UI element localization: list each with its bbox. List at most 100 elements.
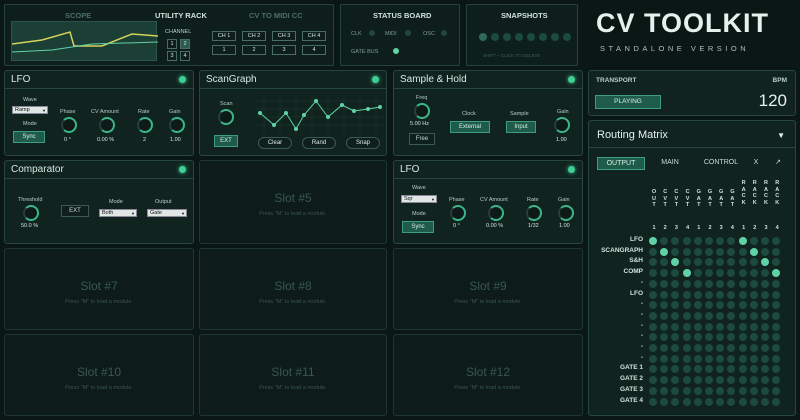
matrix-cell[interactable] [693, 386, 702, 395]
matrix-cell[interactable] [738, 333, 747, 342]
matrix-cell[interactable] [682, 269, 691, 278]
matrix-cell[interactable] [738, 311, 747, 320]
slot-9[interactable]: Slot #9 Press "M" to load a module. [393, 248, 583, 330]
matrix-cell[interactable] [761, 333, 769, 342]
matrix-cell[interactable] [649, 247, 657, 256]
matrix-cell[interactable] [727, 258, 736, 267]
matrix-cell[interactable] [772, 258, 781, 267]
matrix-cell[interactable] [761, 397, 769, 406]
matrix-cell[interactable] [727, 397, 736, 406]
matrix-cell[interactable] [761, 301, 769, 310]
matrix-cell[interactable] [660, 258, 669, 267]
matrix-cell[interactable] [660, 386, 669, 395]
matrix-cell[interactable] [772, 365, 781, 374]
snapshot-slot[interactable] [479, 33, 487, 41]
matrix-cell[interactable] [749, 344, 758, 352]
matrix-cell[interactable] [749, 258, 758, 267]
matrix-cell[interactable] [716, 386, 725, 395]
matrix-cell[interactable] [738, 237, 747, 245]
matrix-cell[interactable] [749, 269, 758, 278]
matrix-cell[interactable] [749, 279, 758, 288]
lfo2-sync-button[interactable]: Sync [402, 221, 434, 233]
matrix-cell[interactable] [649, 290, 657, 299]
matrix-cell[interactable] [649, 344, 657, 352]
matrix-cell[interactable] [693, 258, 702, 267]
matrix-cell[interactable] [660, 247, 669, 256]
matrix-cell[interactable] [660, 269, 669, 278]
matrix-cell[interactable] [705, 365, 713, 374]
matrix-cell[interactable] [772, 322, 781, 331]
matrix-cell[interactable] [660, 344, 669, 352]
slot-10[interactable]: Slot #10 Press "M" to load a module. [4, 334, 194, 416]
matrix-cell[interactable] [738, 322, 747, 331]
matrix-cell[interactable] [671, 344, 680, 352]
matrix-cell[interactable] [738, 354, 747, 363]
matrix-cell[interactable] [749, 354, 758, 363]
matrix-cell[interactable] [649, 365, 657, 374]
matrix-cell[interactable] [682, 344, 691, 352]
matrix-cell[interactable] [649, 386, 657, 395]
matrix-cell[interactable] [727, 247, 736, 256]
matrix-cell[interactable] [761, 258, 769, 267]
bpm-value[interactable]: 120 [759, 91, 787, 111]
matrix-cell[interactable] [660, 311, 669, 320]
matrix-cell[interactable] [682, 365, 691, 374]
matrix-cell[interactable] [761, 354, 769, 363]
matrix-cell[interactable] [749, 290, 758, 299]
matrix-cell[interactable] [749, 311, 758, 320]
matrix-cell[interactable] [671, 279, 680, 288]
scan-knob[interactable] [218, 109, 234, 125]
cv-midi-ch4[interactable]: CH 4 [302, 31, 326, 41]
matrix-cell[interactable] [660, 354, 669, 363]
matrix-cell[interactable] [727, 333, 736, 342]
matrix-cell[interactable] [660, 290, 669, 299]
matrix-cell[interactable] [671, 258, 680, 267]
channel-1[interactable]: 1 [167, 39, 177, 49]
sync-button[interactable]: Sync [13, 131, 45, 143]
matrix-cell[interactable] [660, 279, 669, 288]
matrix-cell[interactable] [716, 247, 725, 256]
matrix-cell[interactable] [716, 290, 725, 299]
matrix-cell[interactable] [649, 258, 657, 267]
threshold-knob[interactable] [23, 205, 39, 221]
comparator-mode-select[interactable]: Both [99, 209, 137, 217]
sample-button[interactable]: Input [506, 121, 536, 133]
matrix-cell[interactable] [727, 311, 736, 320]
matrix-cell[interactable] [772, 376, 781, 385]
cv-midi-val1[interactable]: 1 [212, 45, 236, 55]
channel-4[interactable]: 4 [180, 51, 190, 61]
matrix-cell[interactable] [727, 354, 736, 363]
matrix-cell[interactable] [693, 290, 702, 299]
matrix-cell[interactable] [649, 279, 657, 288]
matrix-cell[interactable] [705, 397, 713, 406]
matrix-cell[interactable] [693, 365, 702, 374]
matrix-cell[interactable] [682, 301, 691, 310]
matrix-cell[interactable] [772, 386, 781, 395]
matrix-cell[interactable] [761, 311, 769, 320]
comparator-status-led[interactable] [179, 166, 186, 173]
matrix-cell[interactable] [660, 365, 669, 374]
matrix-cell[interactable] [738, 247, 747, 256]
matrix-cell[interactable] [671, 301, 680, 310]
matrix-cell[interactable] [660, 301, 669, 310]
matrix-cell[interactable] [671, 397, 680, 406]
matrix-cell[interactable] [738, 258, 747, 267]
matrix-cell[interactable] [682, 258, 691, 267]
matrix-cell[interactable] [705, 344, 713, 352]
wave-select[interactable]: Ramp [12, 106, 48, 114]
channel-2[interactable]: 2 [180, 39, 190, 49]
cv-midi-val4[interactable]: 4 [302, 45, 326, 55]
matrix-cell[interactable] [727, 301, 736, 310]
matrix-cell[interactable] [716, 258, 725, 267]
matrix-cell[interactable] [705, 376, 713, 385]
matrix-cell[interactable] [716, 376, 725, 385]
slot-5[interactable]: Slot #5 Press "M" to load a module. [199, 160, 387, 244]
matrix-cell[interactable] [761, 322, 769, 331]
matrix-cell[interactable] [649, 397, 657, 406]
matrix-cell[interactable] [705, 290, 713, 299]
matrix-cell[interactable] [716, 269, 725, 278]
matrix-cell[interactable] [738, 279, 747, 288]
snapshot-slot[interactable] [503, 33, 511, 41]
matrix-cell[interactable] [705, 279, 713, 288]
matrix-cell[interactable] [705, 247, 713, 256]
